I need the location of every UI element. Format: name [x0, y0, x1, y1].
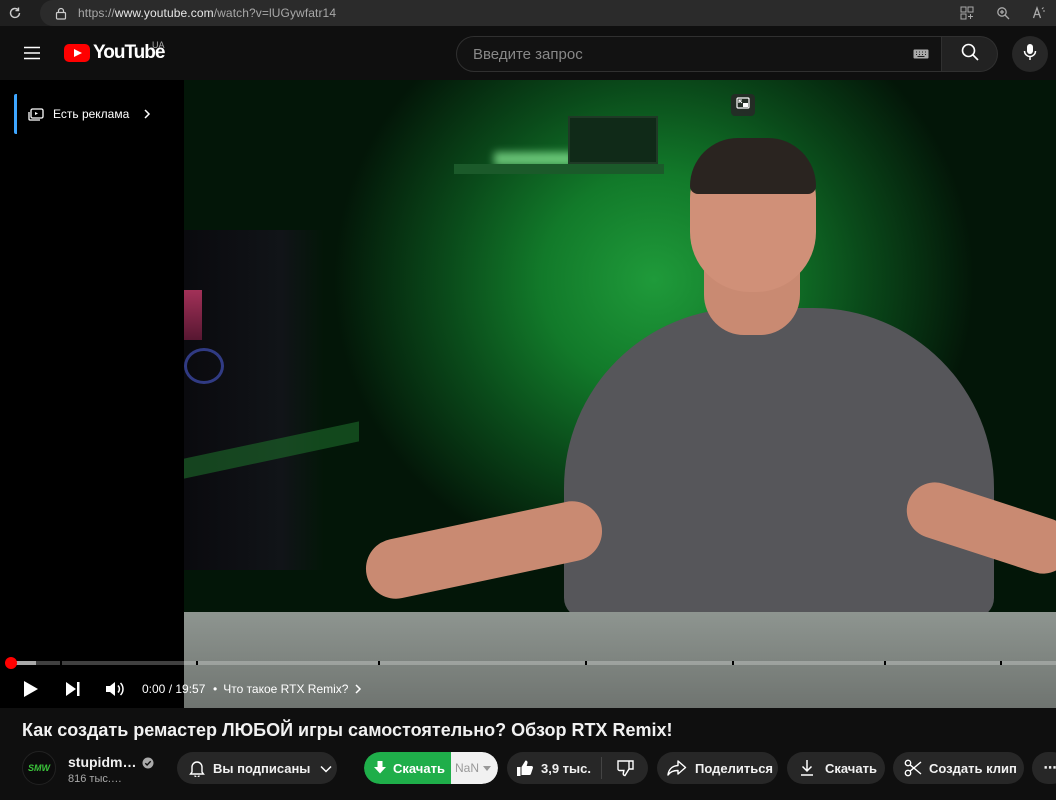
url-prefix: https:// [78, 6, 115, 20]
apps-icon[interactable] [958, 4, 976, 22]
microphone-icon [1023, 43, 1037, 66]
share-icon [667, 758, 687, 778]
masthead: YouTube UA [0, 26, 1056, 80]
video-title: Как создать ремастер ЛЮБОЙ игры самостоя… [22, 720, 673, 740]
url-host: www.youtube.com [114, 6, 214, 20]
subscriber-count: 816 тыс.… [68, 773, 122, 785]
search-button[interactable] [942, 36, 998, 72]
subscribed-button[interactable]: Вы подписаны [177, 752, 337, 784]
search-icon [960, 42, 980, 67]
reload-icon[interactable] [0, 0, 30, 26]
download-extension-button[interactable]: Скачать [364, 752, 451, 784]
next-button[interactable] [58, 676, 88, 706]
chapter-title: Что такое RTX Remix? [223, 682, 349, 696]
clip-label: Создать клип [929, 760, 1017, 776]
voice-search-button[interactable] [1012, 36, 1048, 72]
keyboard-icon[interactable] [913, 47, 929, 63]
download-quality-value: NaN [455, 761, 480, 775]
chapter-button[interactable]: • Что такое RTX Remix? [213, 682, 362, 696]
chevron-right-icon [354, 684, 362, 694]
ad-label: Есть реклама [53, 107, 130, 121]
share-button[interactable]: Поделиться [657, 752, 778, 784]
chapter-separator: • [213, 682, 218, 696]
video-player[interactable]: Есть реклама 0:00 / 19:57 • Что такое RT… [0, 80, 1056, 708]
ad-info-icon [27, 104, 47, 124]
url-text: https://www.youtube.com/watch?v=lUGywfat… [78, 6, 336, 20]
share-label: Поделиться [695, 760, 774, 776]
chevron-down-icon [320, 761, 332, 776]
thumbs-down-icon [615, 758, 635, 778]
url-path: /watch?v=lUGywfatr14 [213, 6, 337, 20]
volume-icon [105, 681, 125, 702]
download-quality-dropdown[interactable]: NaN [451, 752, 498, 784]
thumbs-up-icon [515, 758, 535, 778]
channel-name[interactable]: stupidm… [68, 754, 136, 770]
progress-bar[interactable] [10, 661, 1056, 665]
picture-in-picture-icon [736, 96, 750, 114]
subscribe-label: Вы подписаны [213, 760, 311, 776]
more-actions-button[interactable]: ⋯ [1032, 752, 1056, 784]
download-label: Скачать [393, 760, 445, 776]
channel-avatar[interactable]: SMW [22, 751, 56, 785]
browser-toolbar: https://www.youtube.com/watch?v=lUGywfat… [0, 0, 1056, 26]
play-button[interactable] [16, 676, 46, 706]
scissors-icon [903, 758, 923, 778]
country-code: UA [152, 40, 165, 50]
clip-button[interactable]: Создать клип [893, 752, 1024, 784]
verified-badge-icon [142, 756, 154, 769]
player-controls: 0:00 / 19:57 • Что такое RTX Remix? [0, 674, 1056, 708]
zoom-icon[interactable] [994, 4, 1012, 22]
download-icon [797, 758, 817, 778]
download-arrow-icon [370, 758, 390, 778]
search-box[interactable] [456, 36, 942, 72]
bell-icon [187, 758, 207, 778]
download-button-group: Скачать NaN [364, 752, 498, 784]
play-icon [23, 680, 39, 703]
address-bar[interactable]: https://www.youtube.com/watch?v=lUGywfat… [40, 0, 1056, 26]
like-button[interactable]: 3,9 тыс. [507, 757, 602, 779]
more-actions-icon: ⋯ [1043, 760, 1056, 775]
hamburger-menu-icon[interactable] [16, 38, 48, 68]
like-dislike-group: 3,9 тыс. [507, 752, 648, 784]
progress-scrubber[interactable] [5, 657, 17, 669]
lock-icon[interactable] [52, 4, 70, 22]
volume-button[interactable] [100, 676, 130, 706]
chevron-right-icon [143, 108, 153, 120]
ad-disclosure-chip[interactable]: Есть реклама [14, 94, 153, 134]
download-video-label: Скачать [825, 760, 877, 776]
video-frame [184, 80, 1056, 708]
search-input[interactable] [473, 45, 893, 63]
youtube-play-logo-icon [64, 44, 90, 62]
time-display: 0:00 / 19:57 [142, 682, 206, 696]
dropdown-caret-icon [483, 765, 492, 771]
skip-next-icon [65, 681, 81, 702]
download-button[interactable]: Скачать [787, 752, 885, 784]
picture-in-picture-button[interactable] [731, 94, 755, 116]
channel-avatar-text: SMW [28, 763, 50, 773]
like-count: 3,9 тыс. [541, 760, 591, 776]
dislike-button[interactable] [602, 758, 648, 778]
read-aloud-icon[interactable] [1030, 4, 1048, 22]
youtube-logo[interactable]: YouTube [64, 42, 165, 64]
